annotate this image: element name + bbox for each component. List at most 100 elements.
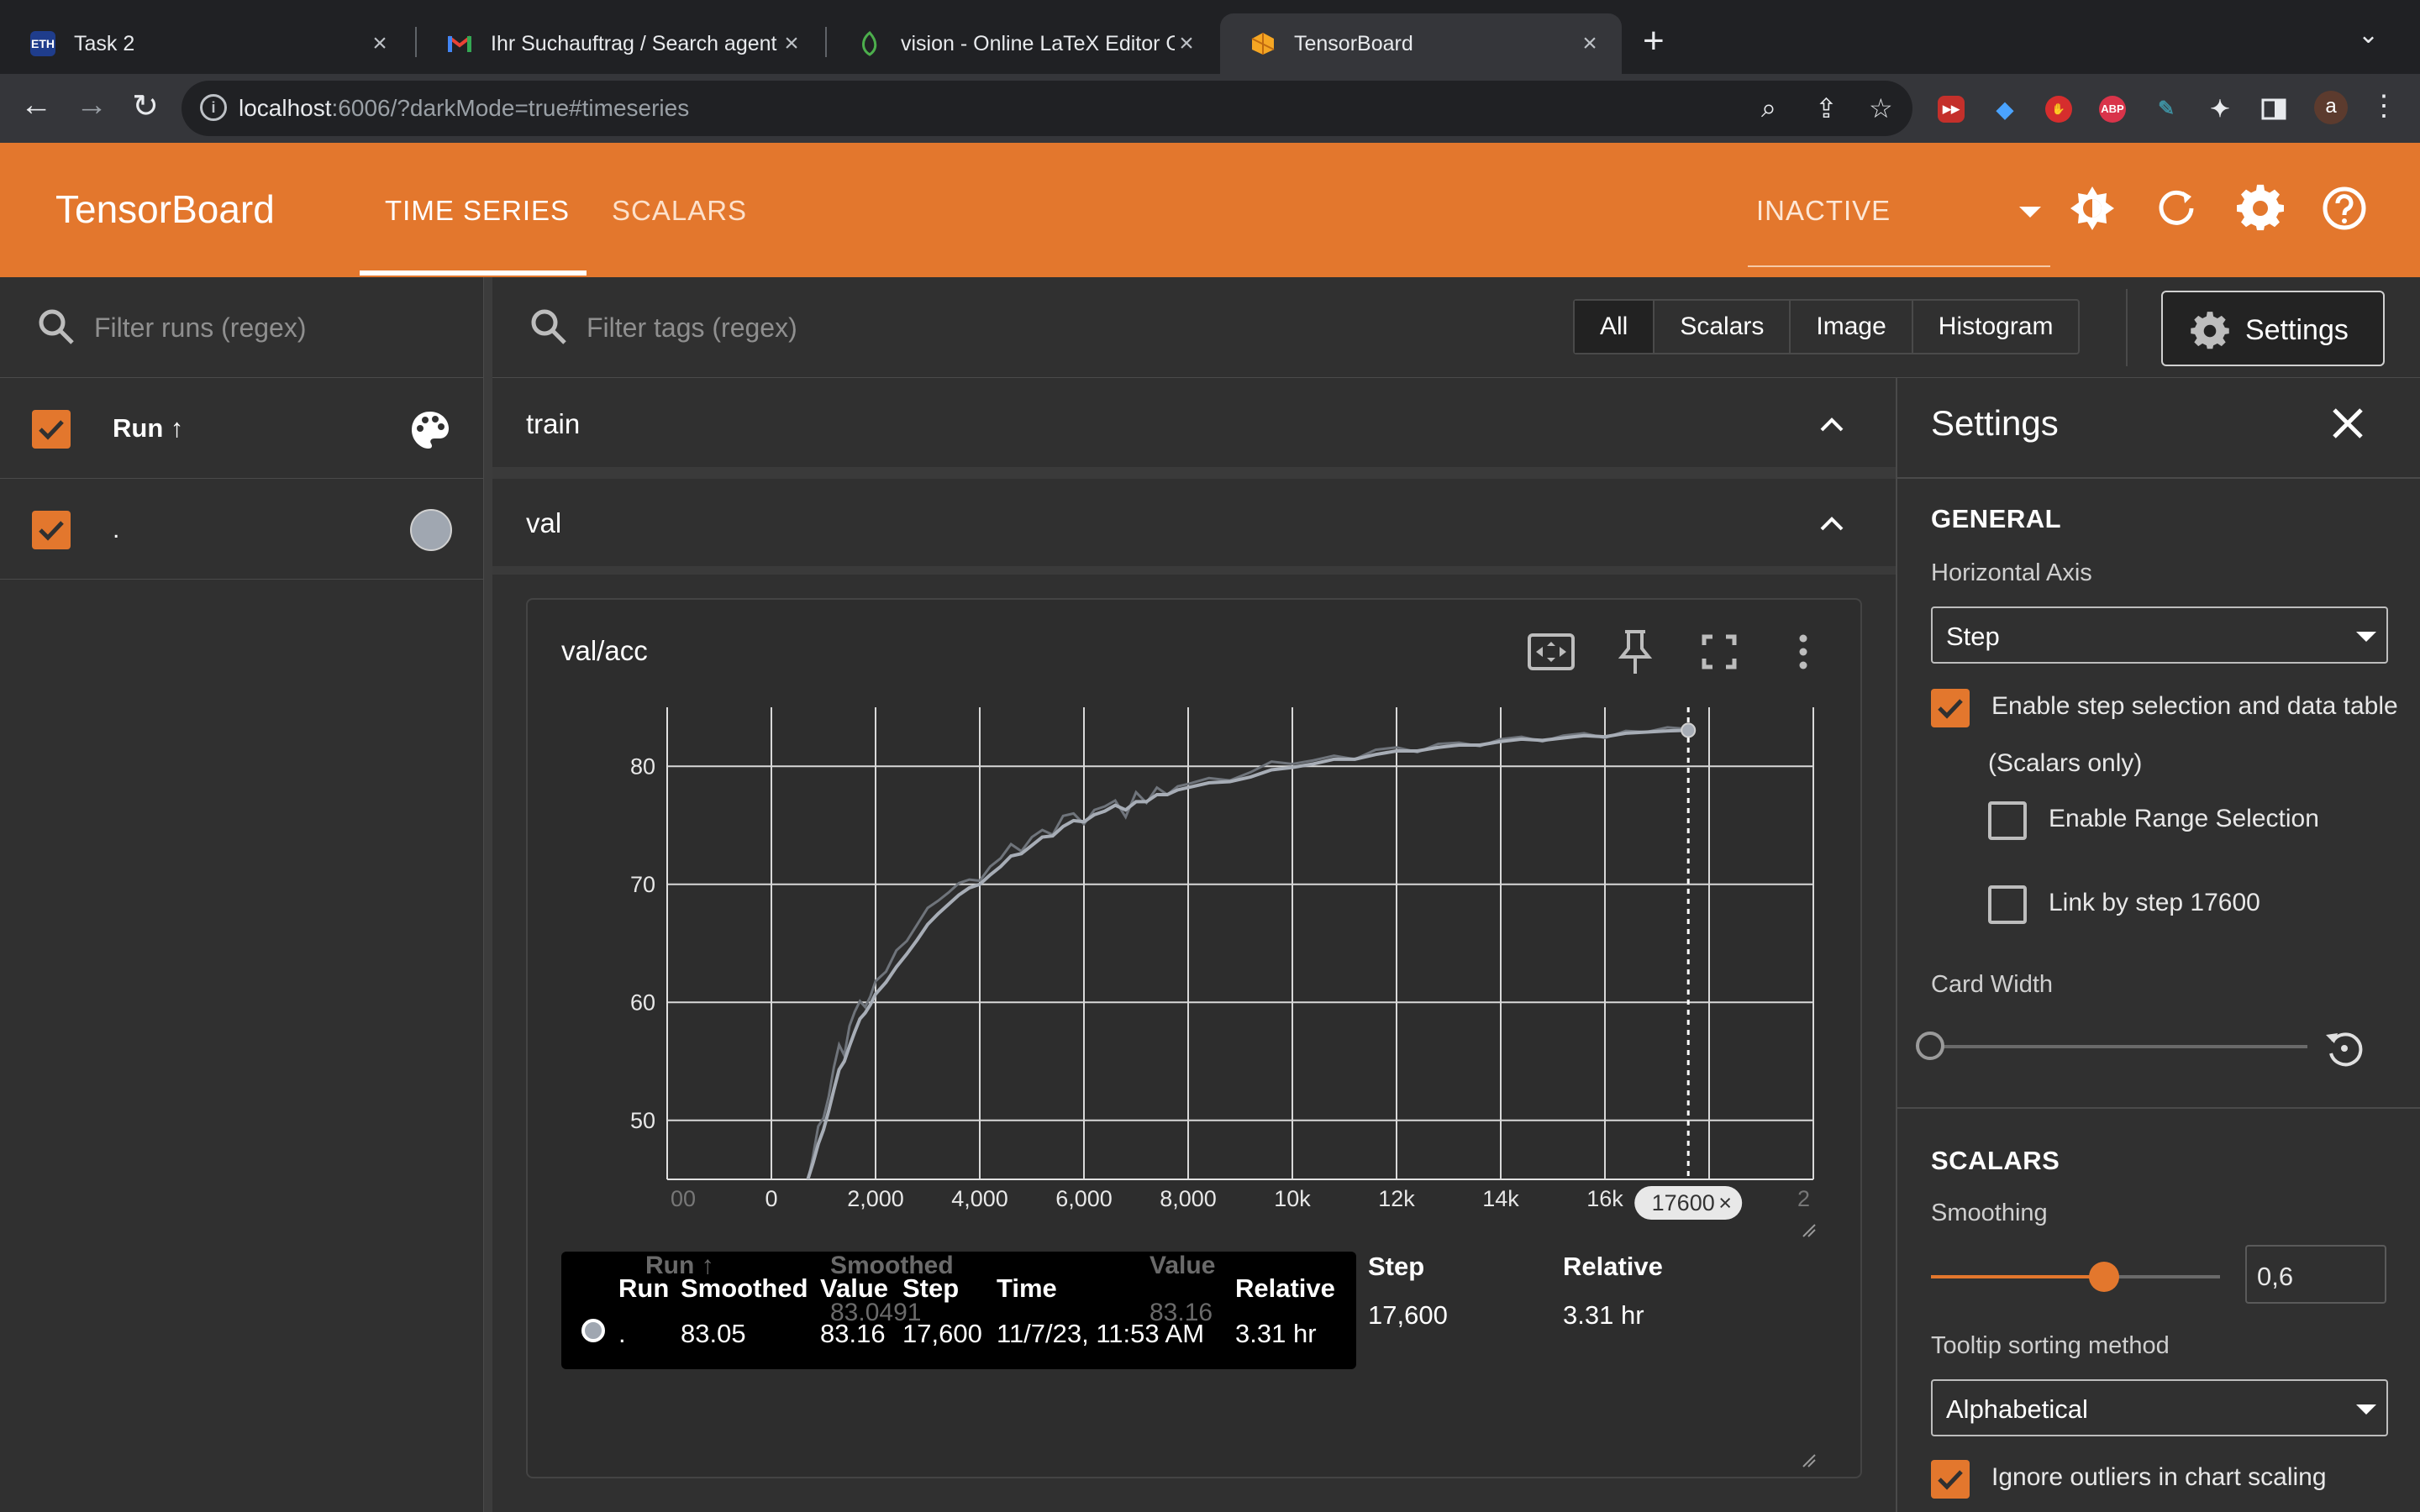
step-selection-checkbox[interactable] [1931,689,1970,727]
tags-filter-input[interactable]: Filter tags (regex) [587,312,797,344]
browser-tab-overleaf[interactable]: vision - Online LaTeX Editor Ov × [827,13,1218,74]
close-tab-icon[interactable]: × [368,29,392,58]
ignore-outliers-checkbox[interactable] [1931,1460,1970,1499]
filter-histogram-button[interactable]: Histogram [1913,301,2079,353]
runs-filter-input[interactable]: Filter runs (regex) [94,312,307,344]
col-run-header[interactable]: Run [618,1273,669,1304]
youtube-icon[interactable]: ▶▶ [1938,96,1965,123]
card-width-label: Card Width [1931,971,2054,998]
puzzle-icon[interactable]: ✦ [2207,96,2233,123]
new-tab-icon[interactable]: + [1643,20,1665,62]
reload-dropdown-arrow-icon[interactable] [2019,207,2041,218]
group-header-val[interactable]: val [492,479,1896,566]
browser-tab-gmail[interactable]: Ihr Suchauftrag / Search agent × [417,13,823,74]
browser-tab-tensorboard[interactable]: TensorBoard × [1220,13,1622,74]
reader-icon[interactable]: ✎ [2153,96,2180,123]
address-bar[interactable]: i localhost:6006/?darkMode=true#timeseri… [182,81,1912,136]
group-header-train[interactable]: train [492,380,1896,467]
refresh-icon[interactable] [2149,181,2203,235]
filter-image-button[interactable]: Image [1791,301,1913,353]
group-separator [492,566,1896,575]
col-value-header[interactable]: Value [820,1273,888,1304]
card-width-slider-track[interactable] [1931,1045,2307,1048]
raw-series-line [807,726,1689,1179]
x-tick-label: 12k [1378,1186,1415,1211]
close-tab-icon[interactable]: × [780,29,803,58]
run-color-swatch[interactable] [410,509,452,551]
col-smoothed-header[interactable]: Smoothed [681,1273,808,1304]
col-step-header[interactable]: Step [902,1273,959,1304]
run-row[interactable]: . [0,479,484,580]
resize-handle-icon[interactable] [1800,1221,1817,1238]
chevron-down-icon [2356,1404,2376,1415]
sidebar-resize-handle[interactable] [484,277,492,1512]
settings-gear-icon[interactable] [2233,181,2287,235]
collapse-chevron-icon[interactable] [1815,408,1849,442]
url-text[interactable]: localhost:6006/?darkMode=true#timeseries [239,95,689,122]
browser-tab-task2[interactable]: ETH Task 2 × [0,13,412,74]
divider [1897,477,2420,479]
sidepanel-icon[interactable] [2260,96,2287,123]
filter-scalars-button[interactable]: Scalars [1655,301,1791,353]
help-icon[interactable] [2317,181,2371,235]
back-arrow-icon[interactable]: ← [15,87,57,123]
reload-icon[interactable]: ↻ [124,87,166,125]
close-tab-icon[interactable]: × [1578,29,1602,58]
y-tick-label: 60 [630,990,655,1015]
collapse-chevron-icon[interactable] [1815,507,1849,541]
range-selection-checkbox[interactable] [1988,801,2027,840]
line-chart[interactable]: 00 0 2,000 4,000 6,000 8,000 10k 12k 14k 16k 25060… [528,600,1864,1238]
cell-run: . [618,1319,626,1348]
reload-status-select[interactable]: INACTIVE [1756,195,1891,227]
table-relative-value: 3.31 hr [1563,1300,1644,1330]
x-tick-label: 2 [1797,1186,1810,1211]
brand-title[interactable]: TensorBoard [55,186,275,232]
tab-title: Ihr Suchauftrag / Search agent [491,31,777,55]
close-tab-icon[interactable]: × [1175,29,1198,58]
link-by-step-checkbox[interactable] [1988,885,2027,924]
link-by-step-label: Link by step 17600 [2049,889,2260,916]
zoom-icon[interactable]: ⌕ [1761,92,1776,124]
site-info-icon[interactable]: i [200,94,227,121]
card-width-slider-thumb[interactable] [1916,1032,1944,1060]
tooltip-sort-select[interactable]: Alphabetical [1931,1379,2388,1436]
profile-avatar[interactable]: a [2314,91,2348,124]
palette-icon[interactable] [408,408,452,452]
col-time-header[interactable]: Time [997,1273,1057,1304]
diamond-icon[interactable]: ◆ [1991,96,2018,123]
step-data-table: Run ↑ Smoothed Value 83.0491 83.16 Run S… [561,1252,1356,1369]
ghost-header: Value [1150,1252,1216,1279]
tab-search-chevron-icon[interactable]: ⌄ [2358,20,2379,50]
smoothing-slider-track[interactable] [1931,1262,2220,1292]
hand-icon[interactable]: ✋ [2045,96,2072,123]
tab-scalars[interactable]: SCALARS [612,195,747,227]
adblock-icon[interactable]: ABP [2099,96,2126,123]
smoothing-input[interactable]: 0,6 [2245,1245,2386,1304]
scalar-card: val/acc 00 0 2,000 4,000 6,000 8,000 10k 12k 14k… [526,598,1862,1478]
tab-time-series[interactable]: TIME SERIES [385,195,570,227]
run-sort-header[interactable]: Run ↑ [113,413,183,444]
col-relative-header[interactable]: Relative [1235,1273,1335,1304]
runs-filter-bar: Filter runs (regex) [0,277,484,378]
tooltip-sort-label: Tooltip sorting method [1931,1332,2170,1359]
forward-arrow-icon[interactable]: → [71,87,113,123]
bookmark-star-icon[interactable]: ☆ [1869,92,1893,124]
close-icon[interactable] [2328,403,2368,444]
overleaf-icon [857,31,882,56]
smoothing-slider-fill [1931,1275,2105,1278]
browser-menu-icon[interactable]: ⋮ [2370,89,2398,123]
tab-title: TensorBoard [1294,31,1413,55]
smoothing-slider-thumb[interactable] [2089,1262,2120,1292]
select-all-checkbox[interactable] [32,410,71,449]
search-icon [531,309,566,344]
theme-toggle-icon[interactable] [2065,181,2119,235]
resize-handle-icon[interactable] [1800,1452,1817,1468]
share-icon[interactable]: ⇪ [1815,92,1838,124]
browser-toolbar: ← → ↻ i localhost:6006/?darkMode=true#ti… [0,74,2420,143]
settings-button[interactable]: Settings [2161,291,2385,366]
horizontal-axis-select[interactable]: Step [1931,606,2388,664]
reset-icon[interactable] [2321,1025,2368,1072]
step-chip-close-icon[interactable]: × [1718,1190,1732,1215]
filter-all-button[interactable]: All [1575,301,1655,353]
run-checkbox[interactable] [32,511,71,549]
